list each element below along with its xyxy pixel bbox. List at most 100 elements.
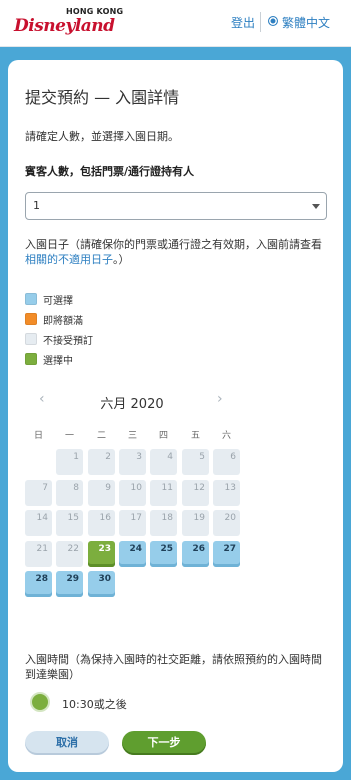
calendar-day-number: 6 <box>230 452 236 462</box>
calendar-day-number: 30 <box>98 574 111 584</box>
weekday-label: 一 <box>64 431 74 441</box>
calendar-day-number: 17 <box>130 513 142 523</box>
blockout-dates-link[interactable]: 相關的不適用日子 <box>25 253 113 266</box>
calendar-day-unavailable: 16 <box>88 510 115 536</box>
calendar-day-available[interactable]: 30 <box>88 571 115 597</box>
calendar-day-number: 2 <box>105 452 111 462</box>
nav-divider <box>260 12 261 32</box>
calendar-day-unavailable: 9 <box>88 480 115 506</box>
logo-hong-kong: HONG KONG <box>66 7 124 16</box>
calendar-day-unavailable: 22 <box>56 541 83 567</box>
calendar-day-number: 26 <box>192 544 205 554</box>
calendar-day-number: 22 <box>67 544 79 554</box>
weekday-label: 三 <box>127 431 137 441</box>
time-slot-label: 10:30或之後 <box>62 698 127 711</box>
legend-item-available: 可選擇 <box>25 292 93 312</box>
language-label: 繁體中文 <box>282 16 331 30</box>
calendar-day-number: 3 <box>136 452 142 462</box>
calendar-day-number: 20 <box>224 513 236 523</box>
calendar-day-unavailable: 11 <box>150 480 177 506</box>
calendar-day-number: 23 <box>98 544 111 554</box>
calendar-day-unavailable: 13 <box>213 480 240 506</box>
calendar-day-number: 14 <box>36 513 48 523</box>
calendar-day-unavailable: 10 <box>119 480 146 506</box>
calendar-day-unavailable: 3 <box>119 449 146 475</box>
page-title: 提交預約 — 入園詳情 <box>25 88 180 107</box>
calendar-day-number: 24 <box>129 544 142 554</box>
logo-disneyland: Disneyland <box>14 16 115 36</box>
calendar-day-unavailable: 4 <box>150 449 177 475</box>
logout-link[interactable]: 登出 <box>231 14 255 31</box>
weekday-label: 日 <box>33 431 43 441</box>
availability-legend: 可選擇 即將額滿 不接受預訂 選擇中 <box>25 292 93 372</box>
calendar-day-number: 15 <box>67 513 79 523</box>
weekday-label: 二 <box>96 431 106 441</box>
calendar-day-unavailable: 14 <box>25 510 52 536</box>
booking-card: 提交預約 — 入園詳情 請確定人數，並選擇入園日期。 賓客人數，包括門票/通行證… <box>8 60 343 772</box>
legend-item-almost-full: 即將額滿 <box>25 312 93 332</box>
calendar-day-unavailable: 18 <box>150 510 177 536</box>
calendar-day-available[interactable]: 27 <box>213 541 240 567</box>
chevron-right-icon[interactable]: › <box>217 391 223 407</box>
calendar-day-available[interactable]: 26 <box>182 541 209 567</box>
date-note-prefix: 入園日子（請確保你的門票或通行證之有效期，入園前請查看 <box>25 238 322 251</box>
calendar-day-unavailable: 8 <box>56 480 83 506</box>
calendar-day-unavailable: 5 <box>182 449 209 475</box>
weekday-label: 四 <box>158 431 168 441</box>
next-button[interactable]: 下一步 <box>122 731 206 755</box>
visit-date-note: 入園日子（請確保你的門票或通行證之有效期，入園前請查看相關的不適用日子。） <box>25 237 330 267</box>
weekday-row: 日一二三四五六 <box>25 428 245 442</box>
calendar-day-number: 7 <box>42 483 48 493</box>
calendar-day-number: 25 <box>160 544 173 554</box>
calendar-day-number: 29 <box>66 574 79 584</box>
legend-label: 不接受預訂 <box>43 336 93 347</box>
top-bar: HONG KONG Disneyland 登出 繁體中文 <box>0 0 351 47</box>
calendar-day-unavailable: 2 <box>88 449 115 475</box>
calendar-day-unavailable: 17 <box>119 510 146 536</box>
legend-swatch <box>25 293 37 305</box>
calendar-day-number: 5 <box>199 452 205 462</box>
entry-time-note: 入園時間（為保持入園時的社交距離，請依照預約的入園時間到達樂園） <box>25 653 322 681</box>
date-note-suffix: 。） <box>113 253 130 266</box>
calendar-day-number: 13 <box>224 483 236 493</box>
calendar-day-unavailable: 6 <box>213 449 240 475</box>
legend-item-selected: 選擇中 <box>25 352 93 372</box>
calendar-day-number: 8 <box>73 483 79 493</box>
calendar-day-number: 12 <box>193 483 205 493</box>
calendar-day-available[interactable]: 29 <box>56 571 83 597</box>
calendar-day-number: 9 <box>105 483 111 493</box>
instruction-text: 請確定人數，並選擇入園日期。 <box>25 130 179 143</box>
time-slot-radio[interactable] <box>30 692 50 712</box>
calendar-day-unavailable: 21 <box>25 541 52 567</box>
calendar-grid: 1 2 3 4 5 6 7 8 9 10 11 12 13 14 15 16 17 18 19 20 21 22 23 24 2… <box>25 449 245 601</box>
calendar-day-available[interactable]: 25 <box>150 541 177 567</box>
calendar-day-number: 28 <box>35 574 48 584</box>
calendar-day-selected[interactable]: 23 <box>88 541 115 567</box>
legend-swatch <box>25 333 37 345</box>
guest-count-select[interactable]: 1 <box>25 192 327 220</box>
chevron-down-icon <box>312 204 320 209</box>
calendar-day-available[interactable]: 24 <box>119 541 146 567</box>
legend-swatch <box>25 353 37 365</box>
calendar-day-unavailable: 12 <box>182 480 209 506</box>
calendar-day-unavailable: 7 <box>25 480 52 506</box>
legend-item-unavailable: 不接受預訂 <box>25 332 93 352</box>
calendar-day-number: 21 <box>36 544 48 554</box>
calendar-day-number: 11 <box>161 483 173 493</box>
guest-count-value: 1 <box>33 199 40 212</box>
calendar-month: 六月 2020 <box>100 397 164 412</box>
calendar-day-unavailable: 15 <box>56 510 83 536</box>
calendar-day-number: 16 <box>99 513 111 523</box>
weekday-label: 六 <box>221 431 231 441</box>
weekday-label: 五 <box>190 431 200 441</box>
cancel-button[interactable]: 取消 <box>25 731 109 755</box>
calendar-day-available[interactable]: 28 <box>25 571 52 597</box>
calendar-day-unavailable: 1 <box>56 449 83 475</box>
globe-icon <box>268 16 278 26</box>
calendar-day-number: 4 <box>167 452 173 462</box>
language-selector[interactable]: 繁體中文 <box>268 14 330 31</box>
calendar-day-unavailable: 20 <box>213 510 240 536</box>
disneyland-logo[interactable]: HONG KONG Disneyland <box>14 7 123 39</box>
calendar-header: ‹ 六月 2020 › <box>25 391 235 412</box>
legend-label: 選擇中 <box>43 356 73 367</box>
